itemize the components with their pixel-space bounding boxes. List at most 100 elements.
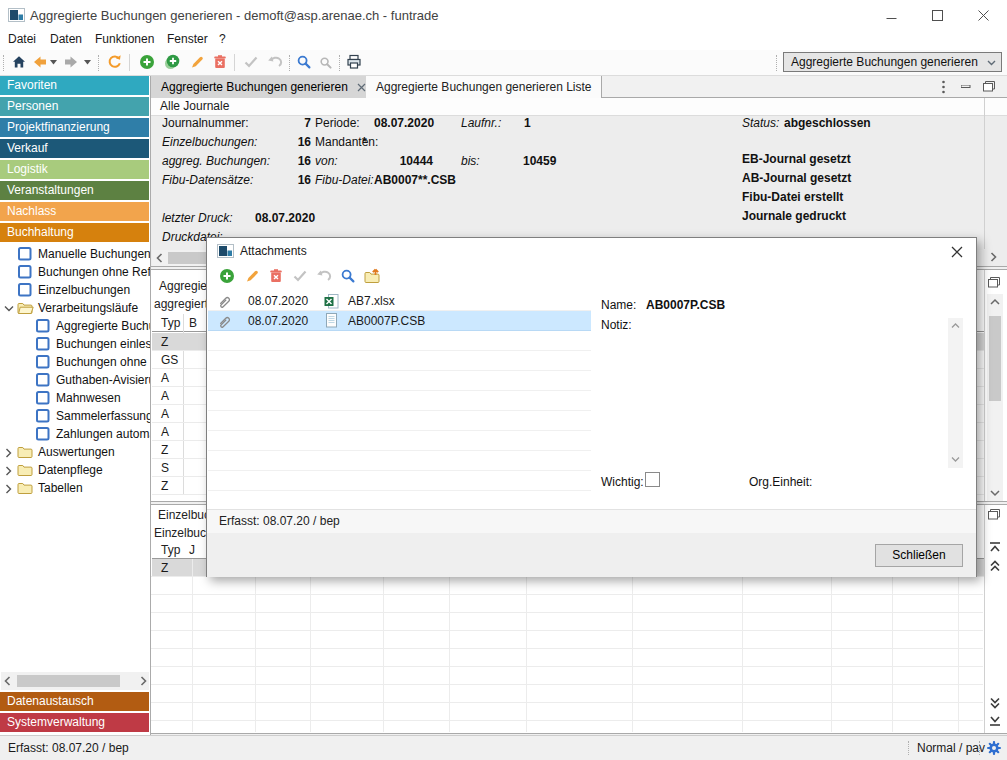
sidebar-item-buchungen-ohne-r[interactable]: Buchungen ohne R [0,353,150,371]
toolbar-separator [234,54,235,71]
dialog-close-button[interactable] [946,243,968,261]
notiz-scrollbar[interactable] [948,318,963,468]
attachment-row[interactable]: 08.07.2020 AB7.xlsx [208,291,591,311]
sidebar-item-tabellen[interactable]: Tabellen [0,479,150,497]
maximize-button[interactable] [915,0,959,30]
print-button[interactable] [346,54,362,70]
scrollbar-thumb[interactable] [989,316,1001,401]
delete-attachment-button[interactable] [268,268,284,284]
sidebar-section-veranstaltungen[interactable]: Veranstaltungen [0,181,149,200]
sidebar-item-verarbeitungslaeufe[interactable]: Verarbeitungsläufe [0,299,150,317]
edit-button[interactable] [189,54,205,70]
sidebar-item-zahlungen-automatisch[interactable]: Zahlungen automat [0,425,150,443]
scroll-left-icon[interactable] [3,676,13,686]
sidebar-section-personen[interactable]: Personen [0,97,149,116]
undo-button[interactable] [315,268,332,284]
sidebar-section-buchhaltung[interactable]: Buchhaltung [0,223,149,242]
confirm-button[interactable] [292,268,308,284]
sidebar-item-mahnwesen[interactable]: Mahnwesen [0,389,150,407]
sidebar-section-logistik[interactable]: Logistik [0,160,149,179]
search-secondary-button[interactable] [319,56,333,70]
sidebar-item-einzelbuchungen[interactable]: Einzelbuchungen [0,281,150,299]
menu-daten[interactable]: Daten [50,32,82,46]
scroll-down-icon[interactable] [951,456,960,463]
sidebar-item-sammelerfassung[interactable]: Sammelerfassung S [0,407,150,425]
page-up-icon[interactable] [989,560,1001,572]
sidebar-item-buchungen-ohne-referenz[interactable]: Buchungen ohne Refe [0,263,150,281]
panel-restore-icon[interactable] [983,81,995,92]
scroll-up-icon[interactable] [951,322,960,329]
vertical-scrollbar[interactable] [987,294,1003,501]
view-selector[interactable]: Aggregierte Buchungen generieren [783,52,1002,72]
search-button[interactable] [340,268,356,284]
tab-aggregierte-buchungen-generieren-liste[interactable]: Aggregierte Buchungen generieren Liste [366,76,602,98]
scroll-up-icon[interactable] [990,298,1000,306]
scroll-bottom-icon[interactable] [989,715,1001,726]
scroll-left-icon[interactable] [155,253,165,263]
menu-fenster[interactable]: Fenster [167,32,208,46]
wichtig-checkbox[interactable] [645,472,660,487]
scroll-right-icon[interactable] [138,676,148,686]
sidebar-section-datenaustausch[interactable]: Datenaustausch [0,692,149,711]
col-typ: Typ [161,543,180,557]
settings-gear-icon[interactable] [986,740,1002,756]
panel-restore-icon[interactable] [988,509,1000,520]
menu-help[interactable]: ? [219,32,226,46]
home-button[interactable] [11,54,27,70]
sidebar-item-buchungen-einlesen[interactable]: Buchungen einlese [0,335,150,353]
panel-minimize-icon[interactable] [961,85,971,89]
sidebar-item-datenpflege[interactable]: Datenpflege [0,461,150,479]
sidebar-hscrollbar[interactable] [1,672,149,690]
trash-icon [268,268,284,284]
refresh-button[interactable] [106,54,122,70]
add-special-button[interactable] [164,54,181,70]
tab-aggregierte-buchungen-generieren[interactable]: Aggregierte Buchungen generieren [151,76,377,98]
sidebar-section-favoriten[interactable]: Favoriten [0,76,149,95]
sidebar-section-nachlass[interactable]: Nachlass [0,202,149,221]
sidebar-section-verkauf[interactable]: Verkauf [0,139,149,158]
periode-label: Periode: [315,114,360,132]
confirm-button[interactable] [243,54,259,70]
sidebar-item-manuelle-buchungen[interactable]: Manuelle Buchungen [0,245,150,263]
open-folder-button[interactable] [364,268,382,284]
tab-close-icon[interactable] [357,83,366,92]
schliessen-button[interactable]: Schließen [875,544,963,567]
page-down-icon[interactable] [989,697,1001,709]
scroll-down-icon[interactable] [990,489,1000,497]
edit-attachment-button[interactable] [244,268,260,284]
csb-file-icon [324,313,339,328]
add-attachment-button[interactable] [219,268,235,284]
forward-button[interactable] [64,54,79,70]
scrollbar-thumb[interactable] [17,675,120,687]
menu-datei[interactable]: Datei [8,32,36,46]
chevron-right-icon[interactable] [5,466,12,476]
sidebar-item-aggregierte-buchungen[interactable]: Aggregierte Buchun [0,317,150,335]
sidebar-item-guthaben-avisierung[interactable]: Guthaben-Avisierun [0,371,150,389]
chevron-down-icon[interactable] [4,305,14,312]
search-button[interactable] [296,54,312,70]
chevron-right-icon[interactable] [5,484,12,494]
forward-dropdown[interactable] [84,60,92,65]
add-button[interactable] [139,54,155,70]
undo-button[interactable] [266,54,283,70]
close-button[interactable] [961,0,1005,30]
tab-options-icon[interactable] [941,80,946,94]
scroll-right-icon[interactable] [988,252,998,262]
panel-restore-icon[interactable] [988,277,1000,288]
tabbar: Aggregierte Buchungen generieren Aggregi… [151,76,1007,98]
delete-button[interactable] [212,54,228,70]
sidebar-section-systemverwaltung[interactable]: Systemverwaltung [0,713,149,732]
attachment-date: 08.07.2020 [248,311,308,331]
sidebar-item-auswertungen[interactable]: Auswertungen [0,443,150,461]
notiz-textarea[interactable] [647,318,947,468]
minimize-button[interactable] [869,0,913,30]
menu-funktionen[interactable]: Funktionen [95,32,154,46]
sidebar-section-projektfinanzierung[interactable]: Projektfinanzierung [0,118,149,137]
scroll-top-icon[interactable] [989,542,1001,553]
back-dropdown[interactable] [50,60,58,65]
back-button[interactable] [32,54,47,70]
attachment-row-selected[interactable]: 08.07.2020 AB0007P.CSB [208,311,591,331]
chevron-right-icon[interactable] [5,448,12,458]
attachment-row-empty [208,351,591,371]
panel-title: Einzelbuc [158,508,210,522]
